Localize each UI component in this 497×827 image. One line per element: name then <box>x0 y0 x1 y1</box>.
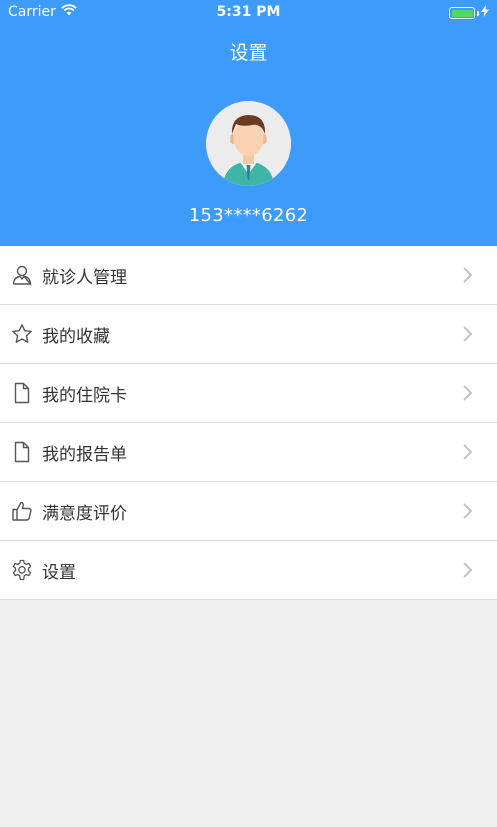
settings-menu: 就诊人管理 我的收藏 我的住院卡 我的报告单 满意度评价 设置 <box>0 246 497 600</box>
chevron-right-icon <box>462 384 474 402</box>
chevron-right-icon <box>462 502 474 520</box>
user-phone: 153****6262 <box>188 205 309 226</box>
menu-item-label: 满意度评价 <box>42 503 127 524</box>
menu-item-label: 我的报告单 <box>42 444 127 465</box>
menu-item-satisfaction-rating[interactable]: 满意度评价 <box>0 482 497 541</box>
battery-icon <box>449 7 475 19</box>
status-bar: Carrier 5:31 PM <box>0 0 497 26</box>
chevron-right-icon <box>462 266 474 284</box>
menu-item-label: 就诊人管理 <box>42 267 127 288</box>
star-icon <box>11 323 33 345</box>
gear-icon <box>11 559 33 581</box>
menu-item-patient-management[interactable]: 就诊人管理 <box>0 246 497 305</box>
menu-item-label: 设置 <box>42 562 76 583</box>
document-icon <box>11 441 33 463</box>
chevron-right-icon <box>462 561 474 579</box>
chevron-right-icon <box>462 325 474 343</box>
menu-item-label: 我的收藏 <box>42 326 110 347</box>
chevron-right-icon <box>462 443 474 461</box>
header: Carrier 5:31 PM 设置 153****6262 <box>0 0 497 246</box>
charging-bolt-icon <box>481 5 489 21</box>
menu-item-settings[interactable]: 设置 <box>0 541 497 600</box>
menu-item-label: 我的住院卡 <box>42 385 127 406</box>
avatar[interactable] <box>206 101 291 186</box>
patient-icon <box>11 264 33 286</box>
menu-item-favorites[interactable]: 我的收藏 <box>0 305 497 364</box>
thumbs-up-icon <box>11 500 33 522</box>
status-time: 5:31 PM <box>216 4 281 20</box>
menu-item-reports[interactable]: 我的报告单 <box>0 423 497 482</box>
battery-indicator <box>449 5 489 21</box>
menu-item-hospital-card[interactable]: 我的住院卡 <box>0 364 497 423</box>
page-title: 设置 <box>229 42 268 64</box>
document-icon <box>11 382 33 404</box>
